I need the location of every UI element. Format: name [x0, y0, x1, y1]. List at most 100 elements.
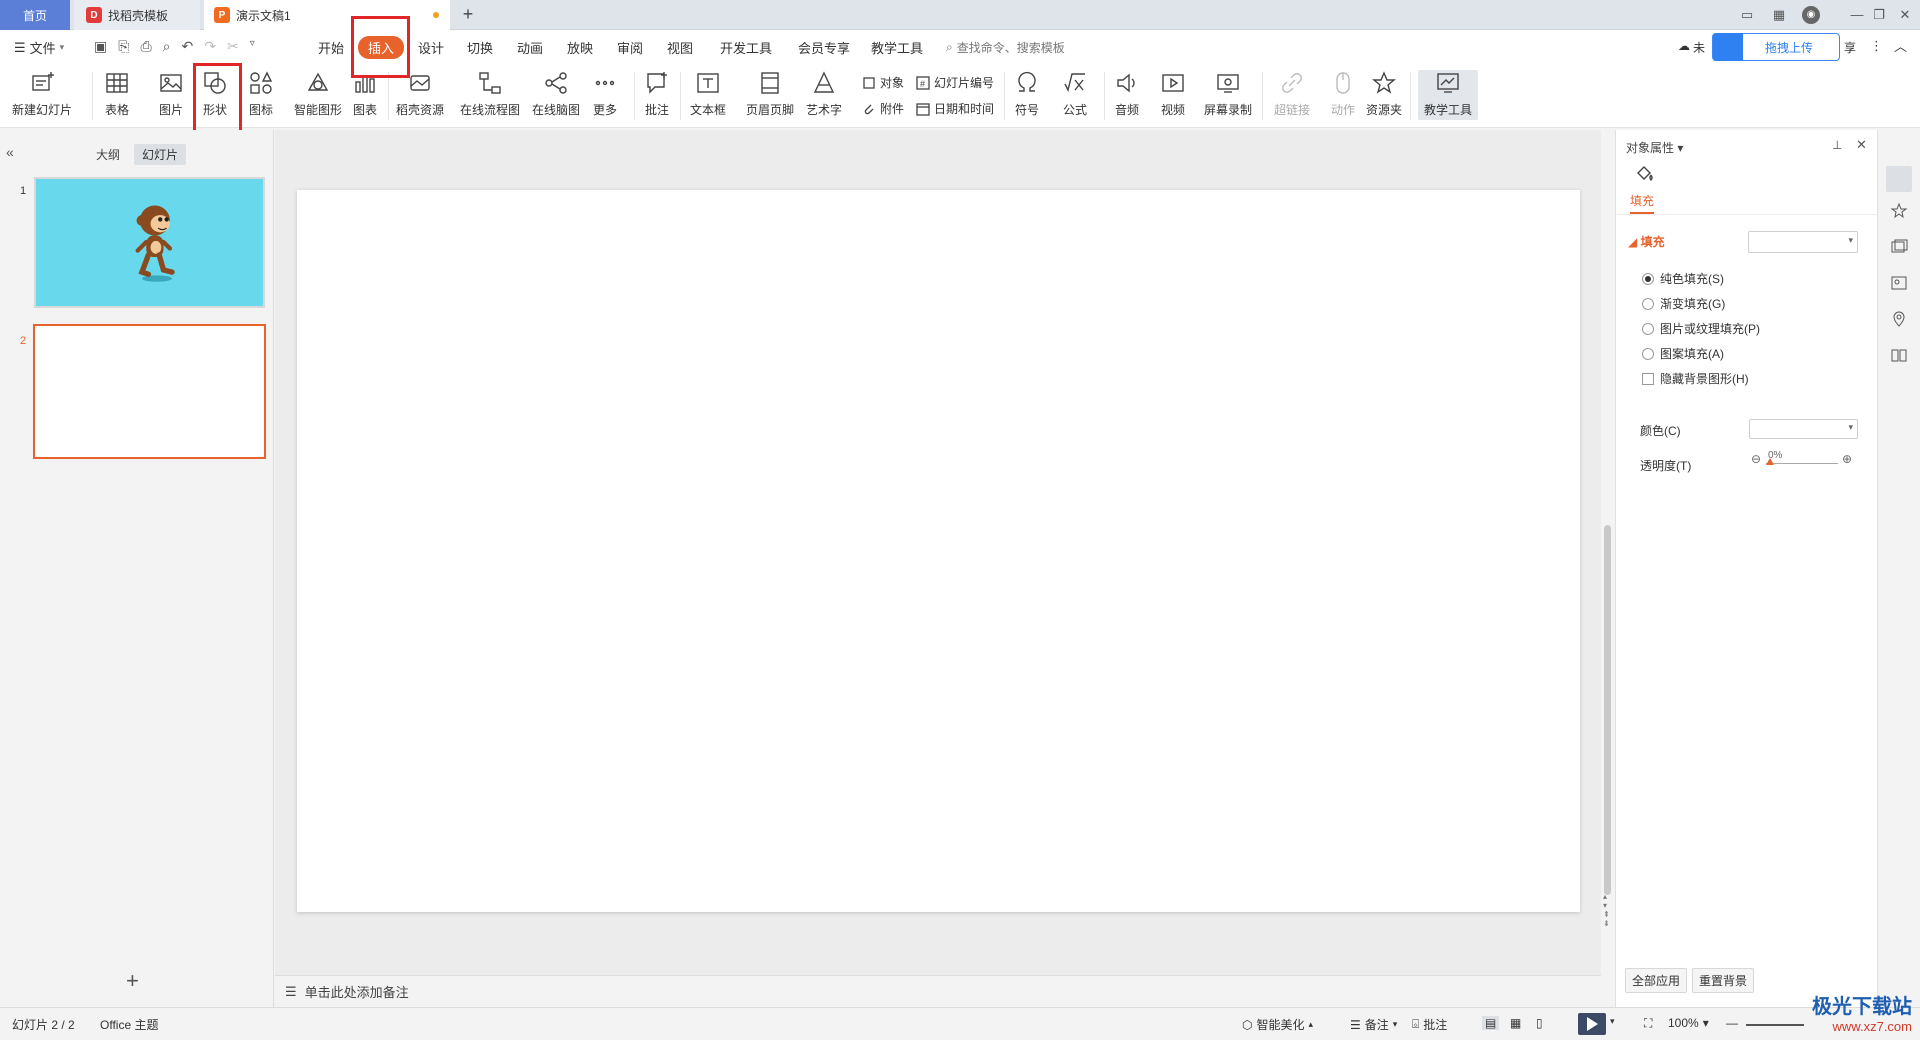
- symbol-button[interactable]: 符号: [1014, 70, 1040, 118]
- wordart-button[interactable]: 艺术字: [806, 70, 842, 118]
- print-icon[interactable]: ⎙: [140, 38, 151, 55]
- fill-type-dropdown[interactable]: ▾: [1748, 231, 1858, 253]
- slide-number-button[interactable]: # 幻灯片编号: [916, 74, 994, 91]
- comment-button[interactable]: 批注: [644, 70, 670, 118]
- command-search[interactable]: ⌕ 查找命令、搜索模板: [946, 39, 1065, 56]
- notes-bar[interactable]: ☰ 单击此处添加备注: [275, 975, 1601, 1007]
- action-button[interactable]: 动作: [1330, 70, 1356, 118]
- save-icon[interactable]: ▣: [94, 38, 107, 55]
- menu-view[interactable]: 视图: [667, 38, 693, 57]
- cloud-sync-status[interactable]: ☁ 未: [1678, 39, 1705, 56]
- print-preview-icon[interactable]: ⌕: [163, 38, 171, 55]
- reading-view-icon[interactable]: ▯: [1536, 1016, 1543, 1030]
- avatar[interactable]: ◉: [1802, 6, 1820, 24]
- collapse-panel-icon[interactable]: «: [6, 144, 14, 160]
- screen-record-button[interactable]: 屏幕录制: [1204, 70, 1252, 118]
- play-slideshow-button[interactable]: [1578, 1013, 1606, 1035]
- smart-beautify-button[interactable]: ⬡ 智能美化 ▴: [1242, 1016, 1313, 1033]
- teaching-tools-button[interactable]: 教学工具: [1418, 70, 1479, 120]
- menu-animation[interactable]: 动画: [517, 38, 543, 57]
- hyperlink-button[interactable]: 超链接: [1274, 70, 1310, 118]
- color-dropdown[interactable]: ▾: [1749, 419, 1858, 439]
- decrease-icon[interactable]: ⊖: [1751, 452, 1761, 466]
- undo-icon[interactable]: ↶: [181, 38, 193, 55]
- menu-home[interactable]: 开始: [318, 38, 344, 57]
- menu-developer[interactable]: 开发工具: [720, 38, 772, 57]
- drag-upload-button[interactable]: 拖拽上传: [1712, 33, 1840, 61]
- customize-toolbar-icon[interactable]: ▿: [250, 38, 255, 55]
- outline-view-tab[interactable]: 大纲: [96, 146, 120, 163]
- tab-template[interactable]: D 找稻壳模板: [74, 0, 200, 30]
- close-pane-icon[interactable]: ✕: [1856, 137, 1867, 153]
- icon-library-button[interactable]: 图标: [248, 70, 274, 118]
- comment-toggle[interactable]: ⌺ 批注: [1412, 1016, 1447, 1033]
- sorter-view-icon[interactable]: ▦: [1510, 1016, 1521, 1030]
- format-painter-icon[interactable]: ✂: [227, 38, 239, 55]
- object-button[interactable]: 对象: [862, 74, 904, 91]
- fill-tab[interactable]: 填充: [1630, 192, 1655, 214]
- header-footer-button[interactable]: 页眉页脚: [746, 70, 794, 118]
- pane-title[interactable]: 对象属性 ▾: [1626, 139, 1683, 156]
- add-slide-button[interactable]: +: [126, 968, 139, 994]
- resource-folder-button[interactable]: 资源夹: [1366, 70, 1402, 118]
- apply-all-button[interactable]: 全部应用: [1625, 968, 1688, 993]
- gradient-fill-option[interactable]: 渐变填充(G): [1642, 295, 1725, 312]
- new-slide-button[interactable]: 新建幻灯片: [12, 70, 72, 118]
- shape-button[interactable]: 形状: [202, 70, 228, 118]
- table-button[interactable]: 表格: [104, 70, 130, 118]
- radio-selected[interactable]: [1642, 272, 1654, 285]
- current-slide-canvas[interactable]: [297, 190, 1580, 912]
- chevron-down-icon[interactable]: ▾: [1610, 1016, 1615, 1027]
- menu-transition[interactable]: 切换: [467, 38, 493, 57]
- picture-button[interactable]: 图片: [158, 70, 184, 118]
- slides-icon[interactable]: [1890, 238, 1908, 256]
- tab-home[interactable]: 首页: [0, 0, 70, 30]
- picture-tool-icon[interactable]: [1890, 274, 1908, 292]
- redo-icon[interactable]: ↷: [204, 38, 216, 55]
- attachment-button[interactable]: 附件: [862, 100, 904, 117]
- close-window-icon[interactable]: ✕: [1896, 6, 1914, 24]
- hide-background-checkbox[interactable]: [1642, 372, 1654, 385]
- properties-tool-icon[interactable]: [1886, 166, 1912, 192]
- date-time-button[interactable]: 日期和时间: [916, 100, 994, 117]
- star-icon[interactable]: [1890, 202, 1908, 220]
- formula-button[interactable]: 公式: [1062, 70, 1088, 118]
- collapse-ribbon-icon[interactable]: ︿: [1894, 36, 1907, 55]
- new-tab-button[interactable]: +: [458, 5, 478, 25]
- pattern-fill-option[interactable]: 图案填充(A): [1642, 345, 1724, 362]
- radio[interactable]: [1642, 347, 1654, 360]
- vertical-scrollbar[interactable]: ▴ ▾ ⇞ ⇟: [1601, 130, 1614, 975]
- video-button[interactable]: 视频: [1160, 70, 1186, 118]
- menu-slideshow[interactable]: 放映: [567, 38, 593, 57]
- slides-view-tab[interactable]: 幻灯片: [134, 144, 187, 165]
- fit-window-icon[interactable]: ⛶: [1644, 1016, 1652, 1031]
- picture-texture-fill-option[interactable]: 图片或纹理填充(P): [1642, 320, 1760, 337]
- notes-toggle[interactable]: ☰ 备注 ▾: [1350, 1016, 1397, 1033]
- page-nav-arrows-icon[interactable]: ▴ ▾ ⇞ ⇟: [1603, 892, 1610, 928]
- minimize-icon[interactable]: —: [1848, 6, 1866, 24]
- online-flowchart-button[interactable]: 在线流程图: [460, 70, 520, 118]
- hide-background-option[interactable]: 隐藏背景图形(H): [1642, 370, 1749, 387]
- paint-bucket-icon[interactable]: [1634, 164, 1654, 184]
- zoom-level[interactable]: 100% ▾: [1668, 1016, 1709, 1030]
- scrollbar-thumb[interactable]: [1604, 525, 1611, 895]
- smart-shape-button[interactable]: 智能图形: [294, 70, 342, 118]
- transparency-slider[interactable]: [1766, 463, 1838, 464]
- chart-button[interactable]: 图表: [352, 70, 378, 118]
- more-options-icon[interactable]: ⋮: [1870, 38, 1883, 54]
- layout-icon[interactable]: ▭: [1738, 6, 1756, 24]
- menu-member[interactable]: 会员专享: [798, 38, 850, 57]
- menu-teaching[interactable]: 教学工具: [871, 38, 923, 57]
- book-icon[interactable]: [1890, 346, 1908, 364]
- location-icon[interactable]: [1890, 310, 1908, 328]
- docer-resource-button[interactable]: 稻壳资源: [396, 70, 444, 118]
- menu-insert[interactable]: 插入: [358, 36, 405, 59]
- zoom-out-icon[interactable]: —: [1726, 1016, 1738, 1030]
- slide-thumbnail-1[interactable]: [34, 177, 265, 308]
- share-label[interactable]: 享: [1844, 39, 1856, 56]
- normal-view-icon[interactable]: ▤: [1482, 1016, 1500, 1030]
- menu-design[interactable]: 设计: [418, 38, 444, 57]
- increase-icon[interactable]: ⊕: [1842, 452, 1852, 466]
- slider-handle[interactable]: [1766, 458, 1774, 465]
- radio[interactable]: [1642, 297, 1654, 310]
